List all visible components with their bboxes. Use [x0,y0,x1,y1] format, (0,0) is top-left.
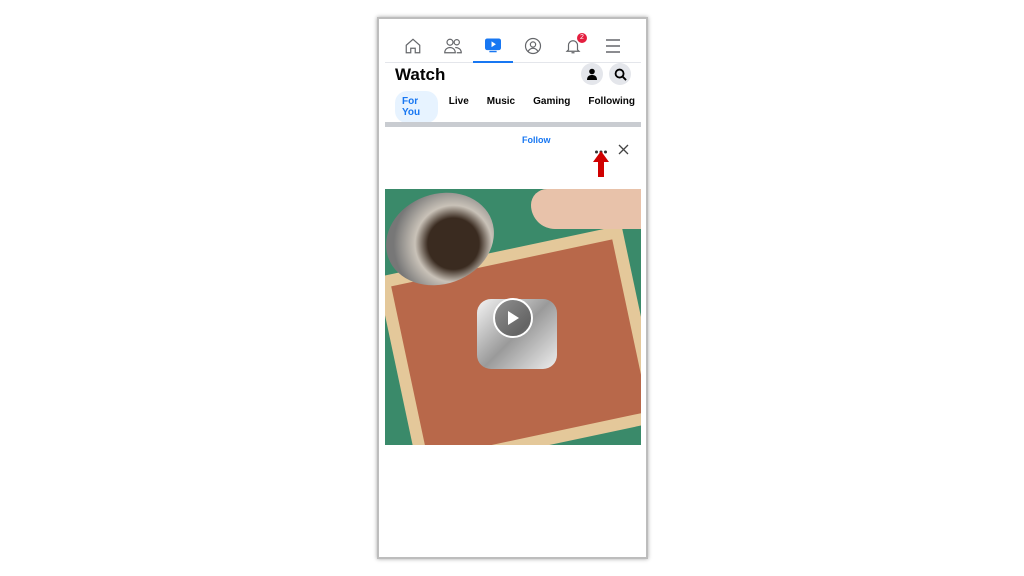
close-icon [618,144,629,155]
profile-icon [524,37,542,55]
tab-following[interactable]: Following [581,91,642,123]
nav-home[interactable] [393,29,433,63]
page-title: Watch [395,65,446,84]
play-button[interactable] [493,298,533,338]
watch-icon [485,38,501,53]
search-icon [614,68,627,81]
nav-menu[interactable] [593,29,633,63]
notification-badge: 2 [577,33,587,43]
tab-gaming[interactable]: Gaming [526,91,577,123]
home-icon [405,38,421,54]
person-icon [587,68,597,80]
annotation-arrow-icon [593,151,609,182]
watch-tabs: For You Live Music Gaming Following [395,91,646,123]
top-nav: 2 [385,29,641,63]
search-button[interactable] [609,63,631,85]
nav-profile[interactable] [513,29,553,63]
follow-button[interactable]: Follow [522,135,551,145]
nav-friends[interactable] [433,29,473,63]
friends-icon [444,38,462,54]
phone-screen: 2 Watch For You Live Music Gaming Follow… [377,17,648,559]
close-button[interactable] [618,142,629,160]
tab-live[interactable]: Live [442,91,476,123]
tab-music[interactable]: Music [480,91,522,123]
video-thumbnail-hand [531,189,641,229]
tab-for-you[interactable]: For You [395,91,438,123]
nav-notifications[interactable]: 2 [553,29,593,63]
play-icon [508,311,519,325]
video-player[interactable] [385,189,641,445]
menu-icon [606,39,620,53]
profile-button[interactable] [581,63,603,85]
nav-watch[interactable] [473,29,513,63]
divider [385,122,641,127]
